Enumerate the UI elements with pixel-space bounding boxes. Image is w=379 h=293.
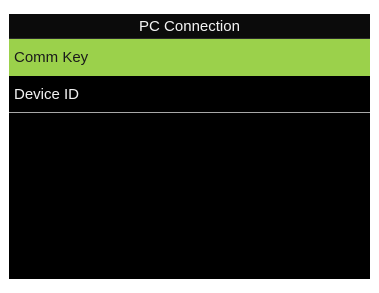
menu-item-label: Comm Key <box>14 49 89 66</box>
menu-item-comm-key[interactable]: Comm Key <box>9 39 370 76</box>
device-screen: PC Connection Comm Key Device ID <box>9 14 370 279</box>
menu-item-label: Device ID <box>14 86 80 103</box>
screen-title: PC Connection <box>9 14 370 39</box>
menu-item-device-id[interactable]: Device ID <box>9 76 370 113</box>
